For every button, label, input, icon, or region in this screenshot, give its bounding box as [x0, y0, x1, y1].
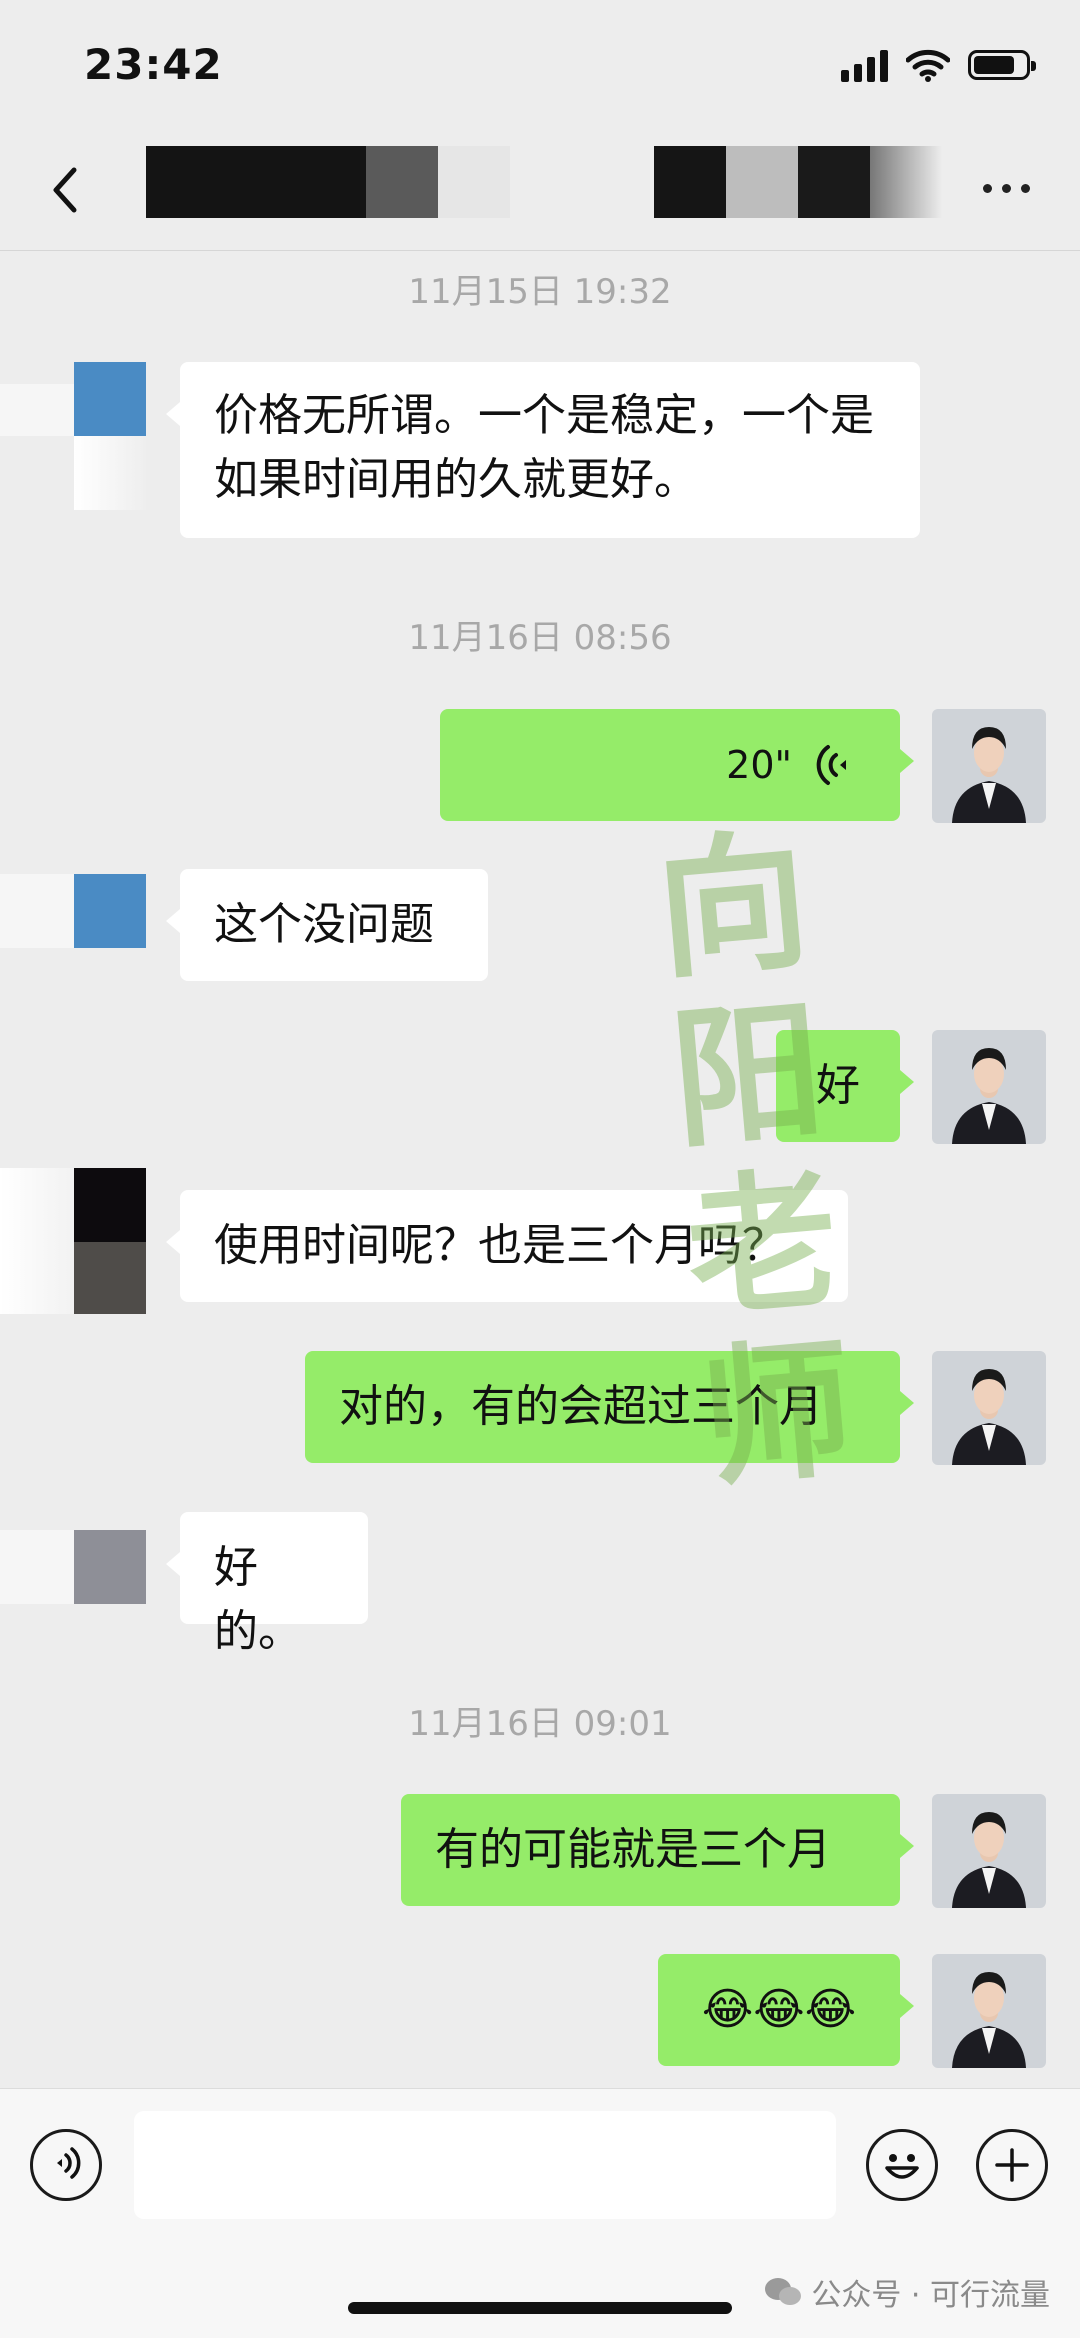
message-text: 好 — [816, 1060, 860, 1111]
user-avatar[interactable] — [932, 1794, 1046, 1908]
chat-header — [0, 130, 1080, 251]
home-indicator[interactable] — [348, 2302, 732, 2314]
footer-watermark: 公众号 · 可行流量 — [763, 2270, 1050, 2314]
user-avatar[interactable] — [932, 1954, 1046, 2068]
voice-duration: 20" — [726, 743, 792, 787]
wechat-icon — [765, 2278, 802, 2305]
emoji-icon[interactable] — [866, 2129, 938, 2201]
cellular-signal-icon — [841, 48, 888, 82]
message-emoji: 😂😂😂 — [701, 1984, 857, 2035]
message-bubble-outgoing[interactable]: 好 — [776, 1030, 914, 1142]
battery-icon — [968, 50, 1036, 80]
message-text: 有的可能就是三个月 — [435, 1824, 831, 1875]
message-text: 对的，有的会超过三个月 — [339, 1381, 823, 1432]
message-text: 使用时间呢？也是三个月吗？ — [214, 1220, 786, 1271]
message-bubble-incoming[interactable]: 价格无所谓。一个是稳定，一个是如果时间用的久就更好。 — [166, 362, 920, 538]
message-text: 价格无所谓。一个是稳定，一个是如果时间用的久就更好。 — [214, 390, 874, 505]
contact-avatar[interactable] — [0, 1168, 146, 1314]
message-bubble-outgoing[interactable]: 😂😂😂 — [658, 1954, 914, 2066]
status-bar: 23:42 — [0, 0, 1080, 130]
ellipsis-icon[interactable] — [983, 184, 1030, 193]
message-text: 这个没问题 — [214, 899, 434, 950]
user-avatar[interactable] — [932, 1351, 1046, 1465]
chat-title-redacted — [146, 146, 946, 218]
wifi-icon — [906, 49, 950, 82]
message-bubble-incoming[interactable]: 好的。 — [166, 1512, 368, 1657]
message-bubble-outgoing[interactable]: 对的，有的会超过三个月 — [305, 1351, 914, 1463]
message-input[interactable] — [134, 2111, 836, 2219]
contact-avatar[interactable] — [0, 1530, 146, 1640]
timestamp: 11月15日 19:32 — [408, 272, 672, 312]
voice-message-bubble[interactable]: 20" — [440, 709, 914, 821]
voice-wave-icon — [816, 745, 846, 785]
message-bubble-incoming[interactable]: 使用时间呢？也是三个月吗？ — [166, 1190, 848, 1302]
status-time: 23:42 — [84, 40, 223, 89]
contact-avatar[interactable] — [0, 874, 146, 984]
plus-icon[interactable] — [976, 2129, 1048, 2201]
voice-input-icon[interactable] — [30, 2129, 102, 2201]
contact-avatar[interactable] — [0, 362, 146, 510]
message-text: 好的。 — [214, 1542, 302, 1657]
status-icons — [841, 48, 1036, 82]
chevron-left-icon[interactable] — [44, 162, 92, 218]
timestamp: 11月16日 09:01 — [408, 1704, 672, 1744]
footer-text: 公众号 · 可行流量 — [811, 2278, 1050, 2313]
message-bubble-incoming[interactable]: 这个没问题 — [166, 869, 488, 981]
user-avatar[interactable] — [932, 1030, 1046, 1144]
user-avatar[interactable] — [932, 709, 1046, 823]
battery-level — [974, 56, 1014, 74]
timestamp: 11月16日 08:56 — [408, 618, 672, 658]
message-bubble-outgoing[interactable]: 有的可能就是三个月 — [401, 1794, 914, 1906]
